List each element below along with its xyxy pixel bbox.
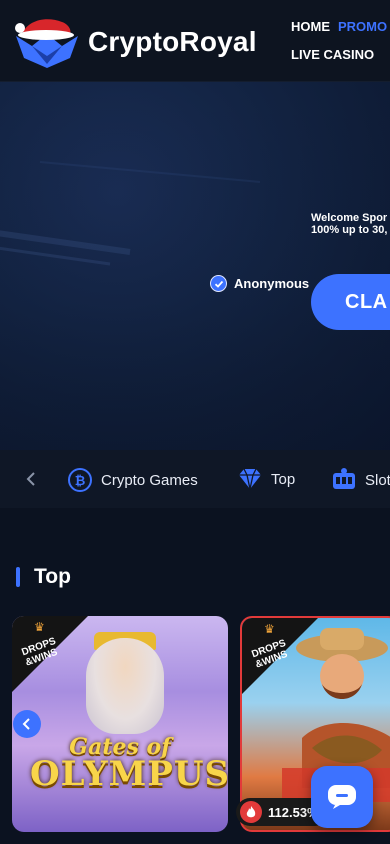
section-title: Top bbox=[34, 565, 71, 588]
welcome-line-2: 100% up to 30, bbox=[311, 224, 388, 236]
anonymous-badge: Anonymous bbox=[210, 275, 309, 292]
hero-banner: Welcome Spor 100% up to 30, Anonymous CL… bbox=[0, 82, 390, 450]
diamond-icon bbox=[239, 468, 261, 490]
category-label: Slot bbox=[365, 471, 390, 489]
svg-text:₿: ₿ bbox=[75, 473, 86, 488]
fire-icon bbox=[240, 801, 262, 823]
nav-live-casino[interactable]: LIVE CASINO bbox=[291, 46, 374, 64]
logo[interactable]: CryptoRoyal bbox=[10, 12, 280, 72]
section-header-top: Top bbox=[16, 565, 71, 589]
slot-machine-icon bbox=[333, 468, 355, 489]
category-bar: ₿ Crypto Games Top Slot bbox=[0, 450, 390, 508]
section-accent-bar bbox=[16, 567, 20, 587]
drops-and-wins-badge: ♛ DROPS &WINS bbox=[242, 618, 318, 694]
bitcoin-icon: ₿ bbox=[68, 468, 92, 492]
category-slot[interactable]: Slot bbox=[331, 467, 390, 493]
category-top[interactable]: Top bbox=[237, 467, 295, 491]
crown-logo-icon bbox=[15, 19, 78, 68]
chat-button[interactable] bbox=[311, 766, 373, 828]
category-crypto-games[interactable]: ₿ Crypto Games bbox=[67, 467, 198, 493]
welcome-bonus-text: Welcome Spor 100% up to 30, bbox=[311, 212, 387, 236]
claim-button[interactable]: CLA bbox=[311, 274, 390, 330]
chevron-left-icon bbox=[22, 718, 30, 730]
anonymous-label: Anonymous bbox=[234, 276, 310, 291]
zeus-art bbox=[86, 638, 164, 734]
games-prev-button[interactable] bbox=[13, 710, 41, 738]
header: CryptoRoyal HOME PROMO LIVE CASINO bbox=[0, 0, 390, 82]
chat-icon bbox=[328, 785, 356, 809]
top-nav: HOME PROMO LIVE CASINO bbox=[291, 18, 390, 64]
category-prev-button[interactable] bbox=[20, 468, 42, 490]
check-icon bbox=[210, 275, 227, 292]
chevron-left-icon bbox=[26, 472, 35, 486]
drops-and-wins-badge: ♛ DROPS &WINS bbox=[12, 616, 88, 692]
nav-home[interactable]: HOME bbox=[291, 18, 330, 36]
hero-overlay bbox=[0, 82, 390, 450]
crown-icon: ♛ bbox=[264, 622, 275, 636]
category-label: Top bbox=[271, 470, 296, 488]
category-label: Crypto Games bbox=[101, 471, 198, 489]
game-title-art: Gates of OLYMPUS bbox=[30, 734, 228, 794]
welcome-line-1: Welcome Spor bbox=[311, 212, 388, 224]
game-card-gates-of-olympus[interactable]: ♛ DROPS &WINS Gates of OLYMPUS bbox=[12, 616, 228, 832]
game-title-line-2: OLYMPUS bbox=[30, 754, 228, 794]
crown-icon: ♛ bbox=[34, 620, 45, 634]
brand-name: CryptoRoyal bbox=[88, 26, 257, 57]
nav-promo[interactable]: PROMO bbox=[338, 18, 387, 36]
